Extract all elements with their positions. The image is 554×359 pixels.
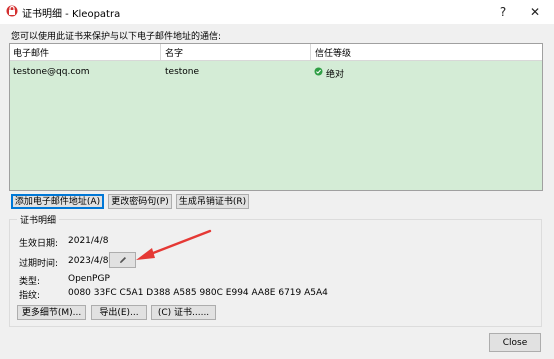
annotation-arrow (136, 229, 212, 260)
add-email-button[interactable]: 添加电子邮件地址(A) (11, 194, 104, 209)
cell-trust[interactable]: 绝对 (326, 67, 344, 80)
expires-value: 2023/4/8 (68, 256, 109, 266)
certificate-button[interactable]: (C) 证书...... (151, 305, 216, 320)
column-divider[interactable] (160, 44, 161, 60)
column-header-name[interactable]: 名字 (165, 46, 183, 59)
valid-from-value: 2021/4/8 (68, 236, 109, 246)
column-divider[interactable] (310, 44, 311, 60)
kleopatra-icon (6, 5, 18, 17)
fingerprint-value: 0080 33FC C5A1 D388 A585 980C E994 AA8E … (68, 288, 328, 298)
cell-email[interactable]: testone@qq.com (13, 67, 90, 77)
table-header: 电子邮件 名字 信任等级 (10, 44, 542, 61)
close-button[interactable]: Close (489, 333, 541, 352)
close-window-button[interactable]: ✕ (522, 2, 548, 22)
column-header-trust[interactable]: 信任等级 (315, 46, 351, 59)
expires-label: 过期时间: (19, 259, 59, 269)
more-details-button[interactable]: 更多细节(M)... (17, 305, 86, 320)
cell-name[interactable]: testone (165, 67, 199, 77)
fingerprint-label: 指纹: (19, 291, 41, 301)
type-value: OpenPGP (68, 274, 110, 284)
pencil-icon (119, 257, 126, 263)
valid-from-label: 生效日期: (19, 239, 59, 249)
email-table[interactable]: 电子邮件 名字 信任等级 testone@qq.com testone 绝对 (9, 43, 543, 191)
description-text: 您可以使用此证书来保护与以下电子邮件地址的通信: (11, 32, 222, 42)
details-group-title: 证书明细 (17, 213, 60, 226)
change-passphrase-button[interactable]: 更改密码句(P) (108, 194, 172, 209)
generate-revocation-button[interactable]: 生成吊销证书(R) (176, 194, 249, 209)
column-header-email[interactable]: 电子邮件 (13, 46, 49, 59)
check-icon (314, 67, 323, 76)
type-label: 类型: (19, 277, 41, 287)
export-button[interactable]: 导出(E)... (91, 305, 147, 320)
help-button[interactable]: ? (490, 2, 516, 22)
window-title: 证书明细 - Kleopatra (22, 9, 121, 20)
